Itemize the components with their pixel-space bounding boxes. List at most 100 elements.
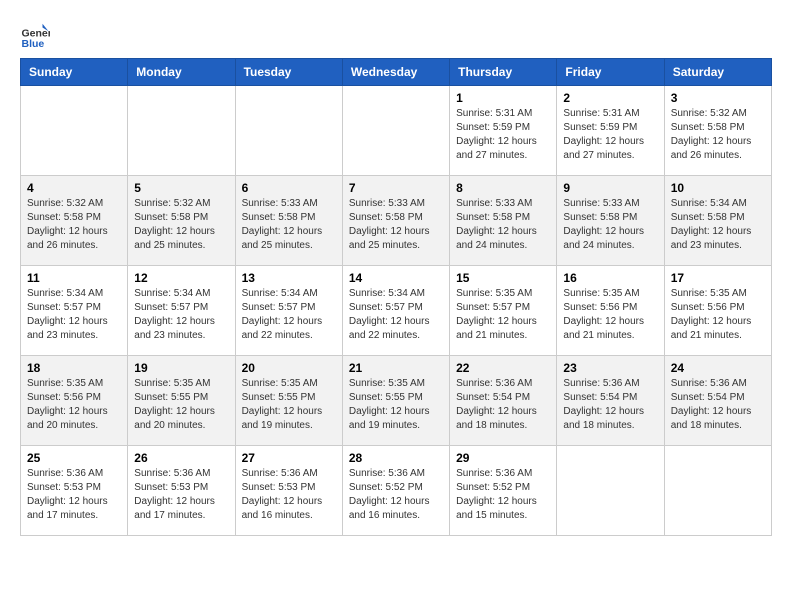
day-number: 24 (671, 361, 765, 375)
day-number: 20 (242, 361, 336, 375)
day-number: 25 (27, 451, 121, 465)
day-header-wednesday: Wednesday (342, 59, 449, 86)
day-detail: Sunrise: 5:36 AMSunset: 5:53 PMDaylight:… (27, 467, 121, 523)
day-detail: Sunrise: 5:35 AMSunset: 5:57 PMDaylight:… (456, 287, 550, 343)
calendar-cell: 4 Sunrise: 5:32 AMSunset: 5:58 PMDaylight… (21, 176, 128, 266)
calendar-cell: 3 Sunrise: 5:32 AMSunset: 5:58 PMDaylight… (664, 86, 771, 176)
calendar-body: 1 Sunrise: 5:31 AMSunset: 5:59 PMDaylight… (21, 86, 772, 536)
day-header-thursday: Thursday (450, 59, 557, 86)
calendar-cell: 5 Sunrise: 5:32 AMSunset: 5:58 PMDaylight… (128, 176, 235, 266)
day-number: 21 (349, 361, 443, 375)
calendar-cell: 17 Sunrise: 5:35 AMSunset: 5:56 PMDayligh… (664, 266, 771, 356)
day-number: 10 (671, 181, 765, 195)
day-number: 4 (27, 181, 121, 195)
day-detail: Sunrise: 5:35 AMSunset: 5:55 PMDaylight:… (349, 377, 443, 433)
day-detail: Sunrise: 5:31 AMSunset: 5:59 PMDaylight:… (563, 107, 657, 163)
day-number: 14 (349, 271, 443, 285)
day-number: 18 (27, 361, 121, 375)
calendar-header-row: SundayMondayTuesdayWednesdayThursdayFrid… (21, 59, 772, 86)
day-detail: Sunrise: 5:32 AMSunset: 5:58 PMDaylight:… (134, 197, 228, 253)
day-number: 26 (134, 451, 228, 465)
day-number: 8 (456, 181, 550, 195)
calendar-cell: 14Sunrise: 5:34 AMSunset: 5:57 PMDayligh… (342, 266, 449, 356)
calendar-cell: 25 Sunrise: 5:36 AMSunset: 5:53 PMDayligh… (21, 446, 128, 536)
day-detail: Sunrise: 5:32 AMSunset: 5:58 PMDaylight:… (671, 107, 765, 163)
logo: General Blue (20, 20, 50, 50)
day-detail: Sunrise: 5:34 AMSunset: 5:57 PMDaylight:… (242, 287, 336, 343)
day-number: 12 (134, 271, 228, 285)
day-number: 19 (134, 361, 228, 375)
day-number: 29 (456, 451, 550, 465)
calendar-cell: 28 Sunrise: 5:36 AMSunset: 5:52 PMDayligh… (342, 446, 449, 536)
calendar-week-4: 18 Sunrise: 5:35 AMSunset: 5:56 PMDayligh… (21, 356, 772, 446)
calendar-week-1: 1 Sunrise: 5:31 AMSunset: 5:59 PMDaylight… (21, 86, 772, 176)
calendar-cell: 16Sunrise: 5:35 AMSunset: 5:56 PMDayligh… (557, 266, 664, 356)
day-number: 7 (349, 181, 443, 195)
calendar-cell: 8 Sunrise: 5:33 AMSunset: 5:58 PMDaylight… (450, 176, 557, 266)
day-detail: Sunrise: 5:33 AMSunset: 5:58 PMDaylight:… (242, 197, 336, 253)
calendar-cell: 26 Sunrise: 5:36 AMSunset: 5:53 PMDayligh… (128, 446, 235, 536)
day-detail: Sunrise: 5:33 AMSunset: 5:58 PMDaylight:… (456, 197, 550, 253)
day-number: 3 (671, 91, 765, 105)
svg-text:Blue: Blue (22, 38, 45, 50)
day-detail: Sunrise: 5:35 AMSunset: 5:56 PMDaylight:… (563, 287, 657, 343)
calendar-cell (342, 86, 449, 176)
calendar-cell: 22Sunrise: 5:36 AMSunset: 5:54 PMDayligh… (450, 356, 557, 446)
day-header-monday: Monday (128, 59, 235, 86)
logo-icon: General Blue (20, 20, 50, 50)
day-detail: Sunrise: 5:31 AMSunset: 5:59 PMDaylight:… (456, 107, 550, 163)
day-detail: Sunrise: 5:36 AMSunset: 5:53 PMDaylight:… (134, 467, 228, 523)
day-detail: Sunrise: 5:35 AMSunset: 5:55 PMDaylight:… (134, 377, 228, 433)
day-header-tuesday: Tuesday (235, 59, 342, 86)
calendar-week-3: 11 Sunrise: 5:34 AMSunset: 5:57 PMDayligh… (21, 266, 772, 356)
day-detail: Sunrise: 5:35 AMSunset: 5:56 PMDaylight:… (27, 377, 121, 433)
calendar-cell: 18 Sunrise: 5:35 AMSunset: 5:56 PMDayligh… (21, 356, 128, 446)
day-detail: Sunrise: 5:36 AMSunset: 5:52 PMDaylight:… (349, 467, 443, 523)
calendar-cell (21, 86, 128, 176)
day-header-sunday: Sunday (21, 59, 128, 86)
calendar-cell (664, 446, 771, 536)
page-header: General Blue (20, 20, 772, 50)
calendar-cell: 9 Sunrise: 5:33 AMSunset: 5:58 PMDaylight… (557, 176, 664, 266)
day-number: 22 (456, 361, 550, 375)
calendar-cell: 10 Sunrise: 5:34 AMSunset: 5:58 PMDayligh… (664, 176, 771, 266)
day-number: 5 (134, 181, 228, 195)
day-number: 9 (563, 181, 657, 195)
calendar-cell: 6 Sunrise: 5:33 AMSunset: 5:58 PMDaylight… (235, 176, 342, 266)
day-detail: Sunrise: 5:33 AMSunset: 5:58 PMDaylight:… (563, 197, 657, 253)
day-detail: Sunrise: 5:35 AMSunset: 5:56 PMDaylight:… (671, 287, 765, 343)
day-detail: Sunrise: 5:36 AMSunset: 5:54 PMDaylight:… (563, 377, 657, 433)
calendar-cell: 7 Sunrise: 5:33 AMSunset: 5:58 PMDaylight… (342, 176, 449, 266)
day-number: 11 (27, 271, 121, 285)
calendar-cell: 2 Sunrise: 5:31 AMSunset: 5:59 PMDaylight… (557, 86, 664, 176)
day-number: 1 (456, 91, 550, 105)
calendar-week-2: 4 Sunrise: 5:32 AMSunset: 5:58 PMDaylight… (21, 176, 772, 266)
calendar-cell: 29 Sunrise: 5:36 AMSunset: 5:52 PMDayligh… (450, 446, 557, 536)
calendar-cell: 19 Sunrise: 5:35 AMSunset: 5:55 PMDayligh… (128, 356, 235, 446)
calendar-cell: 11Sunrise: 5:34 AMSunset: 5:57 PMDayligh… (21, 266, 128, 356)
day-number: 17 (671, 271, 765, 285)
day-detail: Sunrise: 5:36 AMSunset: 5:54 PMDaylight:… (671, 377, 765, 433)
calendar-cell: 20 Sunrise: 5:35 AMSunset: 5:55 PMDayligh… (235, 356, 342, 446)
calendar-cell: 1 Sunrise: 5:31 AMSunset: 5:59 PMDaylight… (450, 86, 557, 176)
day-number: 23 (563, 361, 657, 375)
day-detail: Sunrise: 5:36 AMSunset: 5:52 PMDaylight:… (456, 467, 550, 523)
calendar-cell: 21 Sunrise: 5:35 AMSunset: 5:55 PMDayligh… (342, 356, 449, 446)
day-detail: Sunrise: 5:36 AMSunset: 5:53 PMDaylight:… (242, 467, 336, 523)
day-number: 13 (242, 271, 336, 285)
day-detail: Sunrise: 5:34 AMSunset: 5:58 PMDaylight:… (671, 197, 765, 253)
day-number: 6 (242, 181, 336, 195)
calendar-table: SundayMondayTuesdayWednesdayThursdayFrid… (20, 58, 772, 536)
day-detail: Sunrise: 5:35 AMSunset: 5:55 PMDaylight:… (242, 377, 336, 433)
day-number: 28 (349, 451, 443, 465)
day-number: 27 (242, 451, 336, 465)
day-detail: Sunrise: 5:34 AMSunset: 5:57 PMDaylight:… (134, 287, 228, 343)
day-detail: Sunrise: 5:32 AMSunset: 5:58 PMDaylight:… (27, 197, 121, 253)
calendar-week-5: 25 Sunrise: 5:36 AMSunset: 5:53 PMDayligh… (21, 446, 772, 536)
calendar-cell: 12 Sunrise: 5:34 AMSunset: 5:57 PMDayligh… (128, 266, 235, 356)
day-detail: Sunrise: 5:33 AMSunset: 5:58 PMDaylight:… (349, 197, 443, 253)
calendar-cell (235, 86, 342, 176)
day-header-friday: Friday (557, 59, 664, 86)
day-number: 2 (563, 91, 657, 105)
calendar-cell: 13 Sunrise: 5:34 AMSunset: 5:57 PMDayligh… (235, 266, 342, 356)
